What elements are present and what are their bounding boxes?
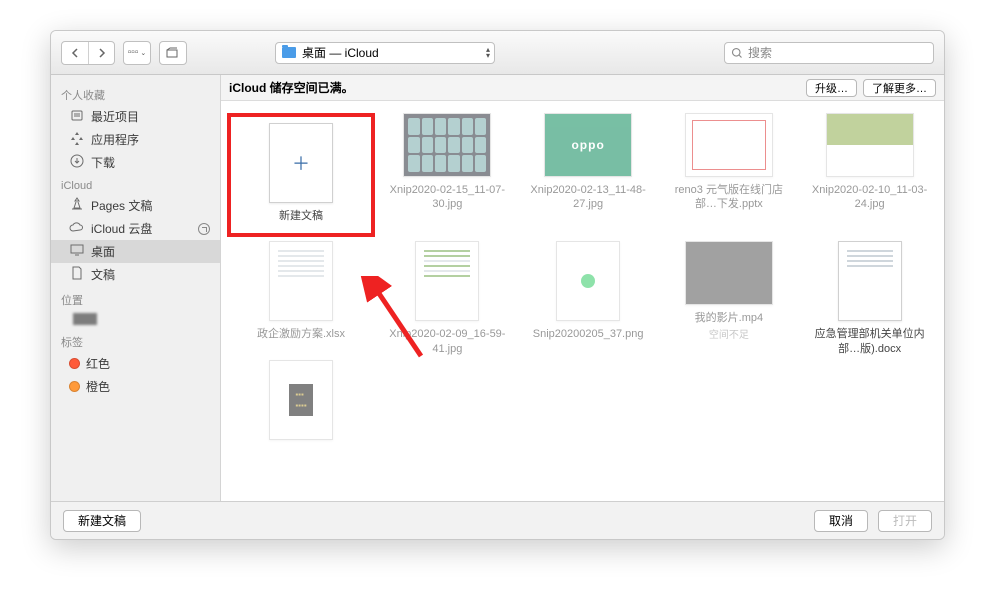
file-name: Xnip2020-02-09_16-59-41.jpg (387, 327, 507, 356)
sidebar: 个人收藏最近项目应用程序下载 iCloud Pages 文稿 iCloud 云盘桌面文… (51, 75, 221, 501)
search-icon (731, 47, 743, 59)
footer: 新建文稿 取消 打开 (51, 501, 944, 539)
folder-icon (282, 47, 296, 58)
file-item[interactable]: Xnip2020-02-09_16-59-41.jpg (379, 241, 516, 356)
upgrade-button[interactable]: 升级… (806, 79, 857, 97)
sidebar-item[interactable]: 下载 (51, 151, 220, 174)
sidebar-item-label: 最近项目 (91, 108, 139, 125)
back-button[interactable] (62, 42, 88, 64)
location-icon (73, 313, 97, 325)
path-dropdown[interactable]: 桌面 — iCloud ▴▾ (275, 42, 495, 64)
desktop-icon (69, 244, 85, 259)
sidebar-heading: 个人收藏 (51, 81, 220, 105)
group-button[interactable] (160, 42, 186, 64)
file-name: 我的影片.mp4 (669, 311, 789, 325)
new-document-tile[interactable]: ＋新建文稿 (227, 113, 375, 237)
cloud-icon (69, 221, 85, 236)
sidebar-item-label: 橙色 (86, 378, 110, 395)
sidebar-item[interactable]: 应用程序 (51, 128, 220, 151)
pages-icon (69, 197, 85, 214)
sidebar-heading: 位置 (51, 286, 220, 310)
sidebar-item-label: 红色 (86, 355, 110, 372)
file-item[interactable]: oppoXnip2020-02-13_11-48-27.jpg (520, 113, 657, 237)
sidebar-item-label: 文稿 (91, 266, 115, 283)
file-subtext: 空间不足 (709, 326, 749, 341)
file-item[interactable]: Xnip2020-02-15_11-07-30.jpg (379, 113, 516, 237)
file-name: 应急管理部机关单位内部…版).docx (810, 327, 930, 356)
sidebar-item[interactable]: 最近项目 (51, 105, 220, 128)
open-button[interactable]: 打开 (878, 510, 932, 532)
clock-icon (69, 108, 85, 125)
sidebar-item[interactable]: iCloud 云盘 (51, 217, 220, 240)
doc-icon (69, 266, 85, 283)
storage-pie-icon (198, 223, 210, 235)
sidebar-item-label: 下载 (91, 154, 115, 171)
file-name: 新建文稿 (241, 209, 361, 223)
file-name: 政企激励方案.xlsx (241, 327, 361, 341)
cancel-button[interactable]: 取消 (814, 510, 868, 532)
app-icon (69, 131, 85, 148)
nav-buttons (61, 41, 115, 65)
sidebar-item-label: Pages 文稿 (91, 197, 152, 214)
file-grid: ＋新建文稿 Xnip2020-02-15_11-07-30.jpg oppoXnip… (221, 101, 944, 501)
view-mode: ▫▫▫ ⌄ (123, 41, 151, 65)
sidebar-item[interactable]: 红色 (51, 352, 220, 375)
path-label: 桌面 — iCloud (302, 44, 379, 61)
file-item[interactable]: 政企激励方案.xlsx (227, 241, 375, 356)
sidebar-item-label: 桌面 (91, 243, 115, 260)
main-area: iCloud 储存空间已满。 升级… 了解更多… ＋新建文稿 Xnip2020-0… (221, 75, 944, 501)
file-item[interactable]: reno3 元气版在线门店部…下发.pptx (661, 113, 798, 237)
search-input[interactable]: 搜索 (724, 42, 934, 64)
file-name: Snip20200205_37.png (528, 327, 648, 341)
file-name: reno3 元气版在线门店部…下发.pptx (669, 183, 789, 212)
storage-banner: iCloud 储存空间已满。 升级… 了解更多… (221, 75, 944, 101)
updown-icon: ▴▾ (486, 47, 490, 59)
finder-window: ▫▫▫ ⌄ 桌面 — iCloud ▴▾ 搜索 个人收藏最近项目应用程序下载 iC… (50, 30, 945, 540)
sidebar-heading: iCloud (51, 174, 220, 194)
sidebar-item[interactable]: Pages 文稿 (51, 194, 220, 217)
file-item[interactable]: 应急管理部机关单位内部…版).docx (801, 241, 938, 356)
sidebar-item[interactable]: 桌面 (51, 240, 220, 263)
file-item[interactable]: Xnip2020-02-10_11-03-24.jpg (801, 113, 938, 237)
group-by (159, 41, 187, 65)
sidebar-item-label: 应用程序 (91, 131, 139, 148)
down-icon (69, 154, 85, 171)
file-name: Xnip2020-02-13_11-48-27.jpg (528, 183, 648, 212)
file-item[interactable]: Snip20200205_37.png (520, 241, 657, 356)
search-placeholder: 搜索 (748, 44, 772, 61)
sidebar-item[interactable]: 橙色 (51, 375, 220, 398)
banner-text: iCloud 储存空间已满。 (229, 79, 354, 96)
file-item[interactable]: 我的影片.mp4空间不足 (661, 241, 798, 356)
sidebar-heading: 标签 (51, 328, 220, 352)
sidebar-item[interactable] (51, 310, 220, 328)
tag-dot-icon (69, 358, 80, 369)
toolbar: ▫▫▫ ⌄ 桌面 — iCloud ▴▾ 搜索 (51, 31, 944, 75)
file-item[interactable]: ▪▪▪▪▪▪▪ (227, 360, 375, 446)
file-name: Xnip2020-02-15_11-07-30.jpg (387, 183, 507, 212)
sidebar-item-label: iCloud 云盘 (91, 220, 152, 237)
sidebar-item[interactable]: 文稿 (51, 263, 220, 286)
forward-button[interactable] (88, 42, 114, 64)
learn-more-button[interactable]: 了解更多… (863, 79, 936, 97)
view-mode-button[interactable]: ▫▫▫ ⌄ (124, 42, 150, 64)
tag-dot-icon (69, 381, 80, 392)
file-name: Xnip2020-02-10_11-03-24.jpg (810, 183, 930, 212)
new-document-button[interactable]: 新建文稿 (63, 510, 141, 532)
